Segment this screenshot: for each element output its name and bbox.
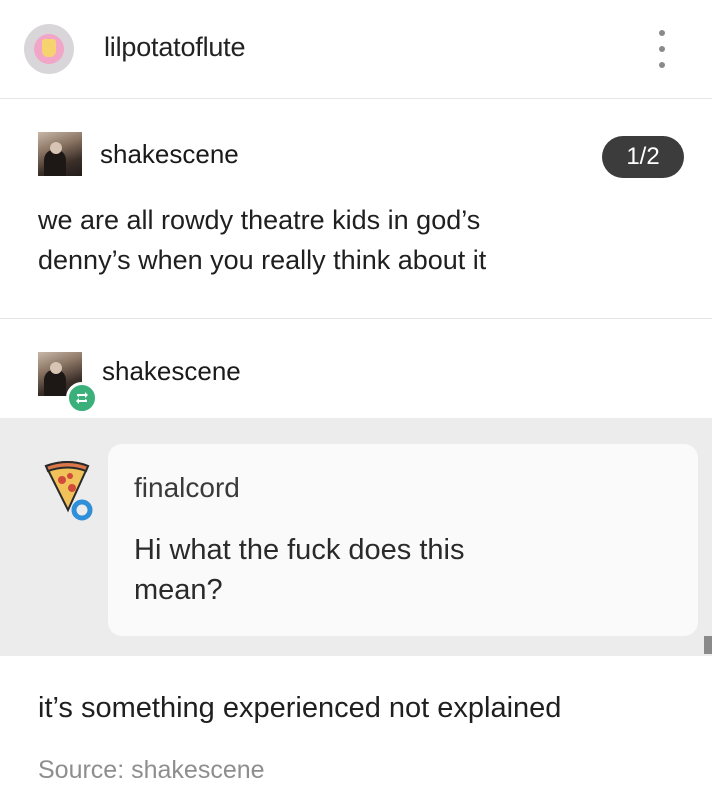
reblog-author-name[interactable]: shakescene xyxy=(102,356,241,387)
post-divider xyxy=(0,318,712,319)
ask-question: Hi what the fuck does this mean? xyxy=(134,530,654,610)
ask-question-line: mean? xyxy=(134,574,223,606)
asker-name[interactable]: finalcord xyxy=(134,472,240,504)
post-body-text: we are all rowdy theatre kids in god’s d… xyxy=(38,200,486,280)
answer-text: it’s something experienced not explained xyxy=(38,692,562,724)
blog-avatar[interactable] xyxy=(24,24,74,74)
page-indicator-badge: 1/2 xyxy=(602,136,684,178)
scrollbar-thumb[interactable] xyxy=(704,636,712,654)
kebab-menu-icon[interactable] xyxy=(652,30,672,68)
ask-question-line: Hi what the fuck does this xyxy=(134,534,465,566)
blog-header: lilpotatoflute xyxy=(0,0,712,99)
post-author-name[interactable]: shakescene xyxy=(100,139,239,170)
french-fries-icon xyxy=(34,34,64,64)
post-text-line: denny’s when you really think about it xyxy=(38,245,487,275)
post-author-avatar[interactable] xyxy=(38,132,82,176)
blog-username[interactable]: lilpotatoflute xyxy=(104,32,245,63)
post-text-line: we are all rowdy theatre kids in god’s xyxy=(38,205,481,235)
source-link[interactable]: Source: shakescene xyxy=(38,756,265,785)
pizza-slice-icon[interactable] xyxy=(42,460,98,522)
reblog-icon xyxy=(66,382,98,414)
post-author-row: shakescene xyxy=(38,132,239,176)
